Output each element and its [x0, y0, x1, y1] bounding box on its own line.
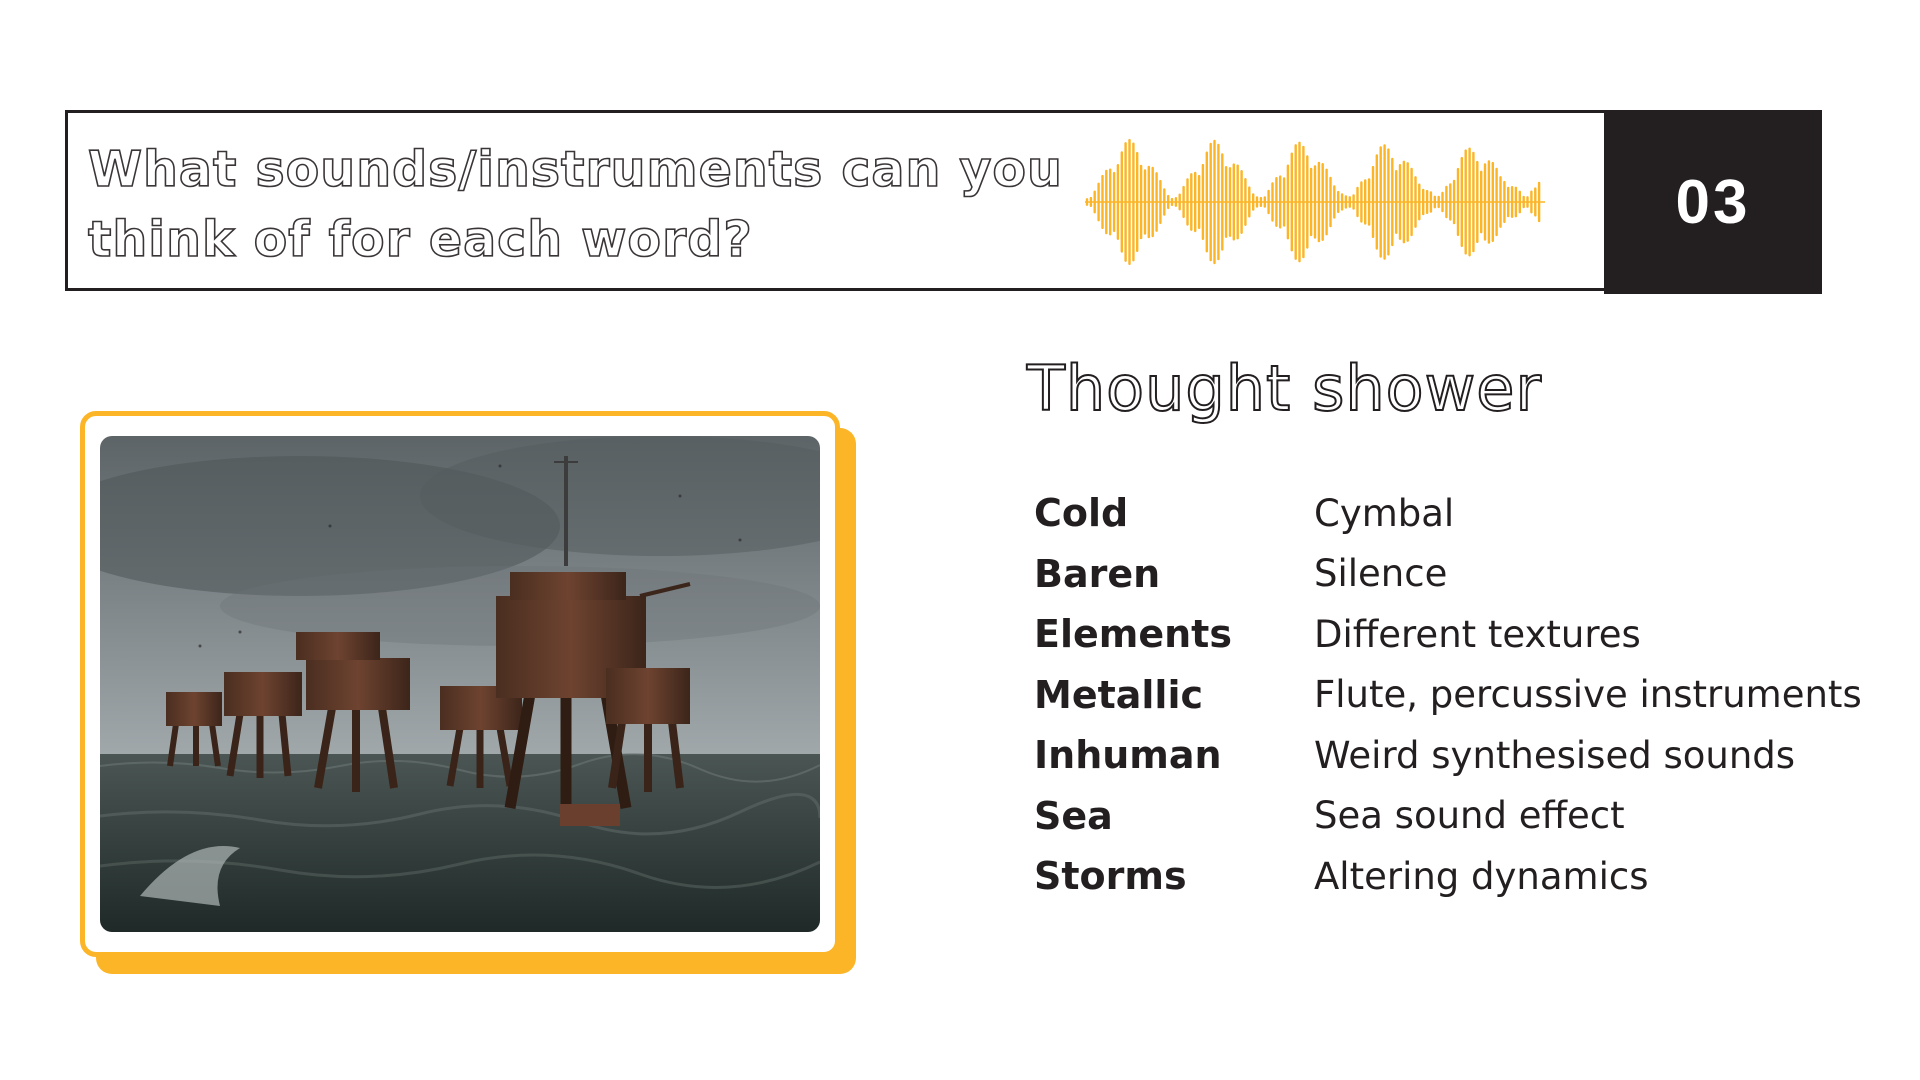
word-term: Storms — [1034, 854, 1187, 899]
word-term: Inhuman — [1034, 733, 1222, 778]
word-sound: Flute, percussive instruments — [1314, 673, 1862, 717]
word-sound: Weird synthesised sounds — [1314, 733, 1796, 777]
sea-fort-photo — [100, 436, 820, 932]
table-row: Baren Silence — [1034, 544, 1862, 605]
table-row: Storms Altering dynamics — [1034, 846, 1862, 907]
table-row: Elements Different textures — [1034, 604, 1862, 665]
word-term: Sea — [1034, 793, 1113, 838]
word-sound: Different textures — [1314, 612, 1641, 656]
audio-waveform-icon — [1085, 138, 1545, 266]
word-term: Elements — [1034, 612, 1232, 657]
slide-number: 03 — [1675, 167, 1751, 237]
section-title: Thought shower — [1026, 351, 1542, 426]
photo-frame — [80, 411, 840, 957]
table-row: Sea Sea sound effect — [1034, 786, 1862, 847]
word-sound: Silence — [1314, 552, 1448, 596]
word-sound: Cymbal — [1314, 491, 1455, 535]
word-sound-table: Cold Cymbal Baren Silence Elements Diffe… — [1034, 483, 1862, 907]
header-banner: What sounds/instruments can you think of… — [65, 110, 1822, 294]
word-term: Baren — [1034, 551, 1161, 596]
word-sound: Altering dynamics — [1314, 854, 1649, 898]
question-heading: What sounds/instruments can you think of… — [87, 140, 1063, 269]
table-row: Cold Cymbal — [1034, 483, 1862, 544]
slide-number-box: 03 — [1604, 110, 1822, 294]
table-row: Inhuman Weird synthesised sounds — [1034, 725, 1862, 786]
word-term: Metallic — [1034, 672, 1203, 717]
word-sound: Sea sound effect — [1314, 794, 1625, 838]
table-row: Metallic Flute, percussive instruments — [1034, 665, 1862, 726]
word-term: Cold — [1034, 491, 1129, 536]
